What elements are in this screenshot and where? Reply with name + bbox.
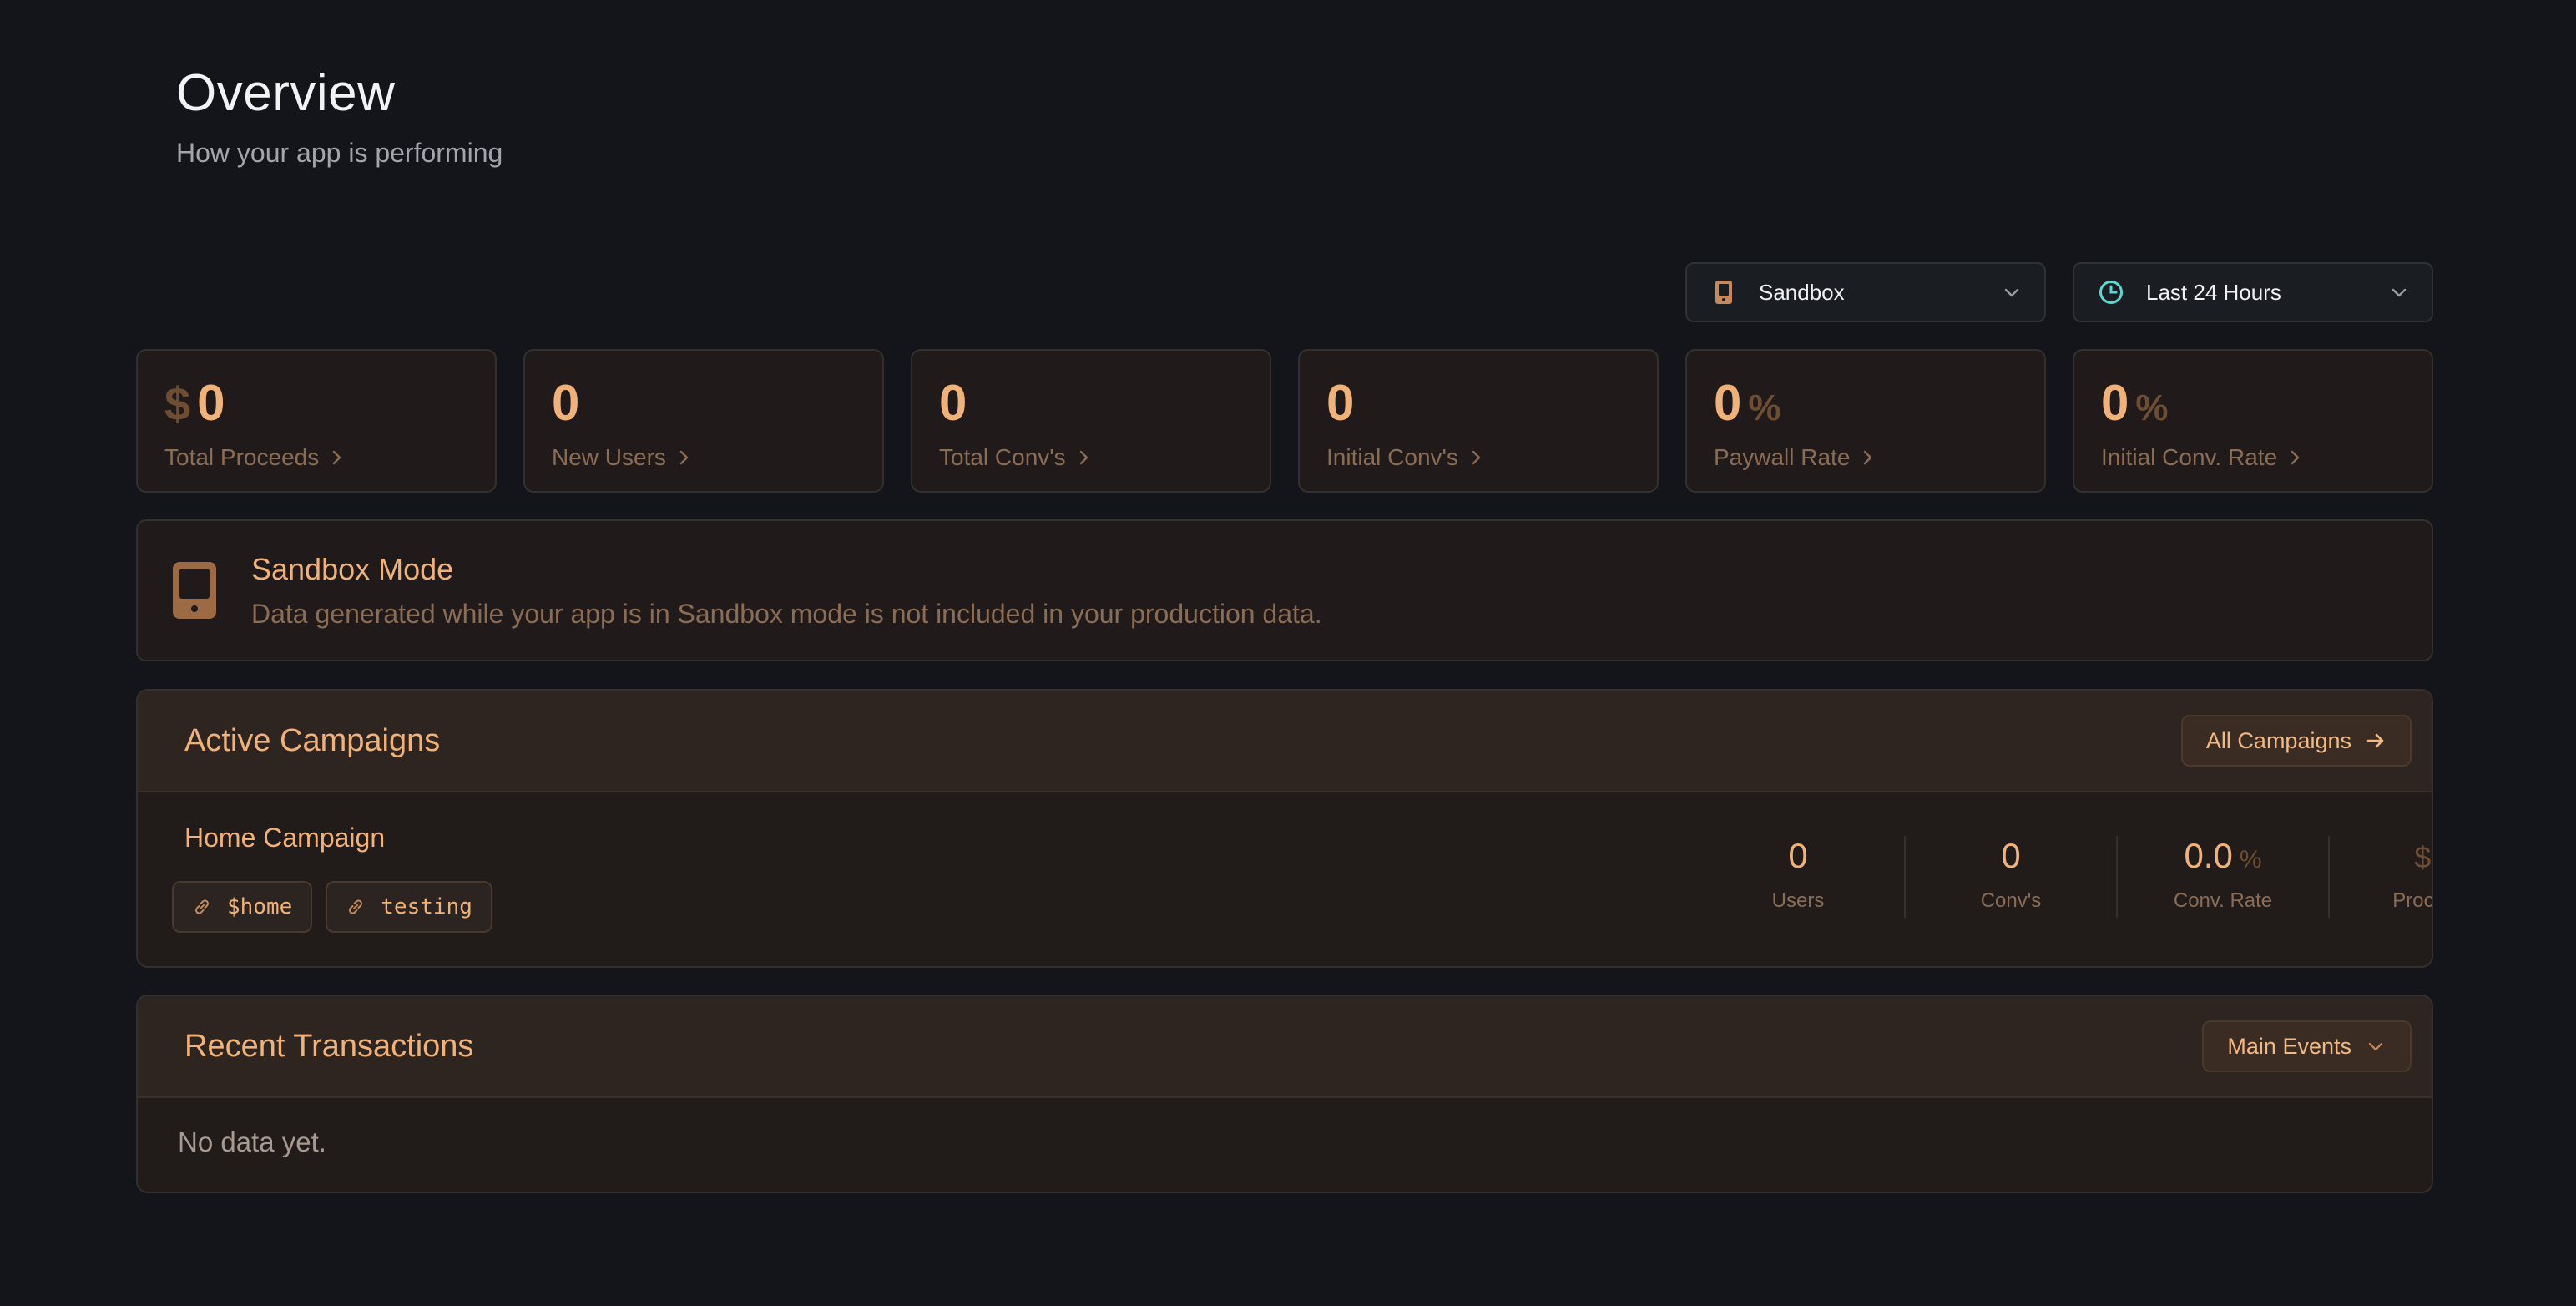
- stat-card-paywall-rate[interactable]: 0 % Paywall Rate: [1685, 349, 2046, 493]
- stat-card-initial-conv-rate[interactable]: 0 % Initial Conv. Rate: [2073, 349, 2433, 493]
- banner-title: Sandbox Mode: [251, 551, 454, 586]
- stat-label: Total Conv's: [939, 444, 1243, 471]
- stat-value: $ 0: [164, 374, 468, 434]
- stat-label: Initial Conv. Rate: [2101, 444, 2405, 471]
- stat-value: 0: [1326, 374, 1630, 434]
- environment-select-label: Sandbox: [1759, 279, 1845, 305]
- placement-chip[interactable]: testing: [326, 881, 492, 933]
- clock-icon: [2098, 279, 2124, 306]
- stat-number: 0: [1326, 375, 1355, 431]
- stat-card-initial-convs[interactable]: 0 Initial Conv's: [1298, 349, 1659, 493]
- stat-label: Total Proceeds: [164, 444, 468, 471]
- stat-card-total-convs[interactable]: 0 Total Conv's: [911, 349, 1271, 493]
- stat-label-text: New Users: [552, 444, 666, 470]
- panel-title: Recent Transactions: [184, 1028, 474, 1064]
- metric-label: Conv's: [1980, 889, 2042, 912]
- stat-label-text: Total Proceeds: [164, 444, 320, 470]
- campaign-row[interactable]: Home Campaign $home testing 0 Users 0 Co…: [138, 792, 2433, 966]
- chevron-down-icon: [2392, 288, 2407, 297]
- currency-symbol: $: [2414, 840, 2432, 874]
- panel-header: Recent Transactions Main Events: [138, 996, 2432, 1098]
- sandbox-mode-banner: Sandbox Mode Data generated while your a…: [136, 519, 2433, 661]
- metric-users: 0 Users: [1692, 836, 1904, 918]
- placement-chip-label: testing: [381, 894, 472, 919]
- stat-number: 0: [1714, 375, 1742, 431]
- stat-label: New Users: [552, 444, 856, 471]
- active-campaigns-panel: Active Campaigns All Campaigns Home Camp…: [136, 689, 2433, 968]
- stat-card-new-users[interactable]: 0 New Users: [523, 349, 884, 493]
- placement-chips: $home testing: [172, 881, 492, 933]
- banner-text: Data generated while your app is in Sand…: [251, 598, 1322, 629]
- empty-state-text: No data yet.: [178, 1126, 326, 1157]
- stat-value: 0 %: [1714, 374, 2018, 434]
- placement-chip[interactable]: $home: [172, 881, 313, 933]
- metric-value: $ 0: [2414, 836, 2432, 878]
- button-label: All Campaigns: [2205, 727, 2351, 753]
- chevron-right-icon: [1864, 450, 1872, 465]
- phone-icon: [1710, 279, 1737, 306]
- stat-value: 0 %: [2101, 374, 2405, 434]
- time-range-select-label: Last 24 Hours: [2146, 279, 2281, 305]
- metric-number: 0: [1788, 836, 1808, 875]
- metric-conv-rate: 0.0 % Conv. Rate: [2116, 836, 2328, 918]
- stat-card-total-proceeds[interactable]: $ 0 Total Proceeds: [136, 349, 497, 493]
- metric-number: 0: [2001, 836, 2021, 875]
- metric-value: 0: [1788, 836, 1807, 878]
- metric-label: Proceeds: [2392, 889, 2433, 912]
- page-header: Overview How your app is performing: [176, 63, 503, 169]
- environment-select[interactable]: Sandbox: [1685, 262, 2046, 322]
- percent-symbol: %: [1748, 387, 1781, 428]
- main-events-dropdown[interactable]: Main Events: [2202, 1020, 2412, 1072]
- banner-content: Sandbox Mode Data generated while your a…: [251, 552, 1322, 630]
- stat-number: 0: [197, 375, 225, 431]
- stat-value: 0: [552, 374, 856, 434]
- link-icon: [194, 899, 210, 914]
- stats-row: $ 0 Total Proceeds 0 New Users 0 Total C…: [136, 349, 2433, 493]
- metric-value: 0: [2001, 836, 2020, 878]
- chevron-right-icon: [1472, 450, 1481, 465]
- metric-proceeds: $ 0 Proceeds: [2328, 836, 2433, 918]
- chevron-right-icon: [2291, 450, 2300, 465]
- page-subtitle: How your app is performing: [176, 138, 503, 168]
- overview-page: Overview How your app is performing Sand…: [0, 0, 2576, 1306]
- stat-label-text: Total Conv's: [939, 444, 1066, 470]
- currency-symbol: $: [164, 377, 191, 430]
- chevron-right-icon: [1079, 450, 1088, 465]
- recent-transactions-panel: Recent Transactions Main Events No data …: [136, 995, 2433, 1193]
- chevron-right-icon: [333, 450, 341, 465]
- button-label: Main Events: [2227, 1033, 2351, 1059]
- metric-label: Users: [1771, 889, 1825, 912]
- chevron-down-icon: [2004, 288, 2019, 297]
- percent-symbol: %: [2135, 387, 2169, 428]
- stat-label-text: Initial Conv's: [1326, 444, 1458, 470]
- stat-value: 0: [939, 374, 1243, 434]
- stat-number: 0: [2101, 375, 2129, 431]
- placement-chip-label: $home: [227, 894, 293, 919]
- stat-number: 0: [939, 375, 967, 431]
- arrow-right-icon: [2366, 733, 2384, 748]
- stat-label: Paywall Rate: [1714, 444, 2018, 471]
- metric-value: 0.0 %: [2184, 836, 2261, 878]
- campaign-metrics: 0 Users 0 Conv's 0.0 % Conv. Rate $ Proc: [1692, 836, 2433, 918]
- link-icon: [349, 899, 363, 914]
- stat-label-text: Initial Conv. Rate: [2101, 444, 2278, 470]
- campaign-name: Home Campaign: [184, 823, 386, 853]
- page-title: Overview: [176, 64, 396, 122]
- metric-convs: 0 Conv's: [1904, 836, 2116, 918]
- percent-symbol: %: [2239, 846, 2262, 873]
- all-campaigns-button[interactable]: All Campaigns: [2180, 715, 2412, 767]
- chevron-down-icon: [2368, 1042, 2383, 1051]
- time-range-select[interactable]: Last 24 Hours: [2073, 262, 2433, 322]
- metric-number: 0.0: [2184, 836, 2233, 875]
- stat-number: 0: [552, 375, 580, 431]
- chevron-right-icon: [679, 450, 689, 465]
- stat-label: Initial Conv's: [1326, 444, 1630, 471]
- panel-title: Active Campaigns: [184, 722, 441, 758]
- metric-label: Conv. Rate: [2173, 889, 2273, 912]
- stat-label-text: Paywall Rate: [1714, 444, 1851, 470]
- phone-icon: [173, 562, 216, 619]
- filters-bar: Sandbox Last 24 Hours: [1685, 262, 2433, 322]
- panel-header: Active Campaigns All Campaigns: [138, 691, 2432, 792]
